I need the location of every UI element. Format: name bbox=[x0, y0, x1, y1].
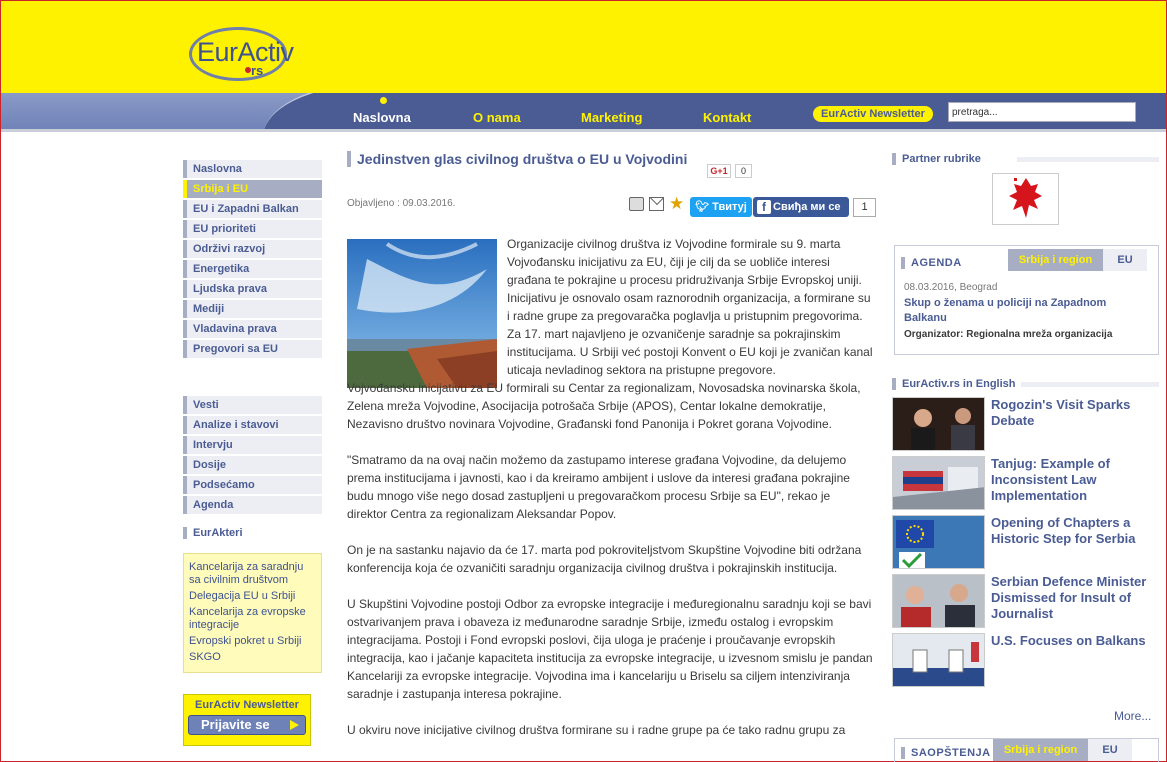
sidebar-item-agenda[interactable]: Agenda bbox=[183, 496, 322, 514]
gplus-button[interactable]: G+1 bbox=[707, 164, 731, 178]
article-paragraph: Organizacije civilnog društva iz Vojvodi… bbox=[507, 237, 873, 377]
more-english-news-link[interactable]: More... bbox=[1114, 709, 1151, 723]
news-thumbnail bbox=[892, 574, 985, 628]
gplus-count: 0 bbox=[735, 164, 752, 178]
sidebar-item-mediji[interactable]: Mediji bbox=[183, 300, 322, 318]
news-item[interactable]: Tanjug: Example of Inconsistent Law Impl… bbox=[892, 456, 1160, 511]
sidebar-menu-content: Vesti Analize i stavovi Intervju Dosije … bbox=[183, 396, 322, 516]
agenda-tab-srbija-i-region[interactable]: Srbija i region bbox=[1008, 249, 1103, 271]
news-thumbnail bbox=[892, 456, 985, 510]
sidebar-item-eu-i-zapadni-balkan[interactable]: EU i Zapadni Balkan bbox=[183, 200, 322, 218]
partner-heading-rule bbox=[1017, 157, 1159, 162]
saopstenja-tab-eu[interactable]: EU bbox=[1088, 739, 1132, 761]
sidebar-item-intervju[interactable]: Intervju bbox=[183, 436, 322, 454]
newsletter-box: EurActiv Newsletter Prijavite se bbox=[183, 694, 311, 746]
article-paragraph: U okviru nove inicijative civilnog društ… bbox=[347, 723, 846, 737]
tweet-button[interactable]: 🐦︎ Твитуј bbox=[690, 197, 752, 217]
agenda-heading: AGENDA bbox=[901, 257, 962, 269]
sidebar-item-naslovna[interactable]: Naslovna bbox=[183, 160, 322, 178]
favorite-star-icon[interactable]: ★ bbox=[669, 195, 684, 212]
article-paragraph: "Smatramo da na ovaj način možemo da zas… bbox=[347, 453, 850, 521]
akteri-link-evropski-pokret[interactable]: Evropski pokret u Srbiji bbox=[189, 635, 316, 648]
email-icon[interactable] bbox=[649, 197, 664, 211]
logo-text: EurActiv bbox=[197, 37, 294, 67]
sidebar-item-eu-prioriteti[interactable]: EU prioriteti bbox=[183, 220, 322, 238]
search-input[interactable] bbox=[948, 102, 1136, 122]
agenda-tab-eu[interactable]: EU bbox=[1103, 249, 1147, 271]
arrow-right-icon bbox=[290, 720, 299, 730]
newsletter-subscribe-button[interactable]: Prijavite se bbox=[188, 715, 306, 735]
news-item[interactable]: Rogozin's Visit Sparks Debate bbox=[892, 397, 1160, 452]
saopstenja-box: SAOPŠTENJA Srbija i region EU bbox=[894, 738, 1159, 762]
article-paragraph: Vojvođansku inicijativu za EU formirali … bbox=[347, 381, 861, 431]
news-thumbnail bbox=[892, 515, 985, 569]
facebook-like-count: 1 bbox=[853, 198, 876, 217]
sidebar-item-podsecamo[interactable]: Podsećamo bbox=[183, 476, 322, 494]
news-item[interactable]: Serbian Defence Minister Dismissed for I… bbox=[892, 574, 1160, 629]
facebook-like-button[interactable]: f Свиђа ми се bbox=[753, 197, 849, 217]
article-paragraph: U Skupštini Vojvodine postoji Odbor za e… bbox=[347, 597, 873, 701]
partner-heading: Partner rubrike bbox=[892, 153, 981, 165]
saopstenja-tab-srbija-i-region[interactable]: Srbija i region bbox=[993, 739, 1088, 761]
agenda-date: 08.03.2016, Beograd bbox=[904, 282, 998, 293]
euraktri-box: Kancelarija za saradnju sa civilnim druš… bbox=[183, 553, 322, 673]
english-heading-rule bbox=[1021, 382, 1159, 387]
agenda-event-title[interactable]: Skup o ženama u policiji na Zapadnom Bal… bbox=[904, 296, 1124, 326]
news-title[interactable]: Tanjug: Example of Inconsistent Law Impl… bbox=[991, 456, 1159, 504]
sidebar-menu-sections: Naslovna Srbija i EU EU i Zapadni Balkan… bbox=[183, 160, 322, 360]
nav-item-naslovna[interactable]: Naslovna bbox=[353, 110, 411, 125]
nav-bottom-line bbox=[1, 129, 1166, 132]
news-title[interactable]: Serbian Defence Minister Dismissed for I… bbox=[991, 574, 1159, 622]
twitter-bird-icon: 🐦︎ bbox=[695, 201, 710, 213]
sidebar-item-vladavina-prava[interactable]: Vladavina prava bbox=[183, 320, 322, 338]
agenda-organizer: Organizator: Regionalna mreža organizaci… bbox=[904, 329, 1113, 340]
news-item[interactable]: Opening of Chapters a Historic Step for … bbox=[892, 515, 1160, 570]
sidebar-item-energetika[interactable]: Energetika bbox=[183, 260, 322, 278]
english-heading: EurActiv.rs in English bbox=[892, 378, 1016, 390]
sidebar-item-odrzivi-razvoj[interactable]: Održivi razvoj bbox=[183, 240, 322, 258]
news-title[interactable]: Opening of Chapters a Historic Step for … bbox=[991, 515, 1159, 547]
logo-suffix: rs bbox=[251, 63, 264, 78]
tweet-label: Твитуј bbox=[712, 201, 747, 213]
article-body: Organizacije civilnog društva iz Vojvodi… bbox=[347, 235, 873, 757]
akteri-link-skgo[interactable]: SKGO bbox=[189, 651, 316, 664]
sidebar-item-analize-i-stavovi[interactable]: Analize i stavovi bbox=[183, 416, 322, 434]
article-date: Objavljeno : 09.03.2016. bbox=[347, 198, 456, 209]
sidebar-item-pregovori-sa-eu[interactable]: Pregovori sa EU bbox=[183, 340, 322, 358]
nav-item-o-nama[interactable]: O nama bbox=[473, 110, 521, 125]
nav-item-kontakt[interactable]: Kontakt bbox=[703, 110, 751, 125]
euraktri-heading: EurAkteri bbox=[183, 527, 243, 539]
news-thumbnail bbox=[892, 633, 985, 687]
article-title: Jedinstven glas civilnog društva o EU u … bbox=[347, 151, 707, 167]
news-title[interactable]: U.S. Focuses on Balkans bbox=[991, 633, 1159, 649]
newsletter-box-title: EurActiv Newsletter bbox=[195, 699, 299, 711]
sidebar-item-dosije[interactable]: Dosije bbox=[183, 456, 322, 474]
akteri-link-kancelarija-civilno[interactable]: Kancelarija za saradnju sa civilnim druš… bbox=[189, 561, 316, 587]
saopstenja-heading: SAOPŠTENJA bbox=[901, 747, 991, 759]
akteri-link-kancelarija-integracije[interactable]: Kancelarija za evropske integracije bbox=[189, 606, 316, 632]
print-icon[interactable] bbox=[629, 197, 644, 211]
facebook-icon: f bbox=[757, 200, 771, 214]
article-paragraph: On je na sastanku najavio da će 17. mart… bbox=[347, 543, 862, 575]
sidebar-item-ljudska-prava[interactable]: Ljudska prava bbox=[183, 280, 322, 298]
akteri-link-delegacija-eu[interactable]: Delegacija EU u Srbiji bbox=[189, 590, 316, 603]
news-thumbnail bbox=[892, 397, 985, 451]
partner-logo-luxembourg[interactable] bbox=[992, 173, 1059, 225]
news-item[interactable]: U.S. Focuses on Balkans bbox=[892, 633, 1160, 688]
active-nav-dot-icon bbox=[380, 97, 387, 104]
sidebar-item-vesti[interactable]: Vesti bbox=[183, 396, 322, 414]
sidebar-item-srbija-i-eu[interactable]: Srbija i EU bbox=[183, 180, 322, 198]
agenda-box: AGENDA Srbija i region EU 08.03.2016, Be… bbox=[894, 245, 1159, 355]
news-title[interactable]: Rogozin's Visit Sparks Debate bbox=[991, 397, 1159, 429]
site-header: EurActiv rs bbox=[1, 1, 1166, 93]
nav-item-marketing[interactable]: Marketing bbox=[581, 110, 642, 125]
newsletter-link[interactable]: EurActiv Newsletter bbox=[813, 106, 933, 122]
facebook-like-label: Свиђа ми се bbox=[773, 201, 841, 213]
newsletter-subscribe-label: Prijavite se bbox=[201, 717, 270, 732]
euractiv-logo[interactable]: EurActiv rs bbox=[189, 23, 294, 83]
